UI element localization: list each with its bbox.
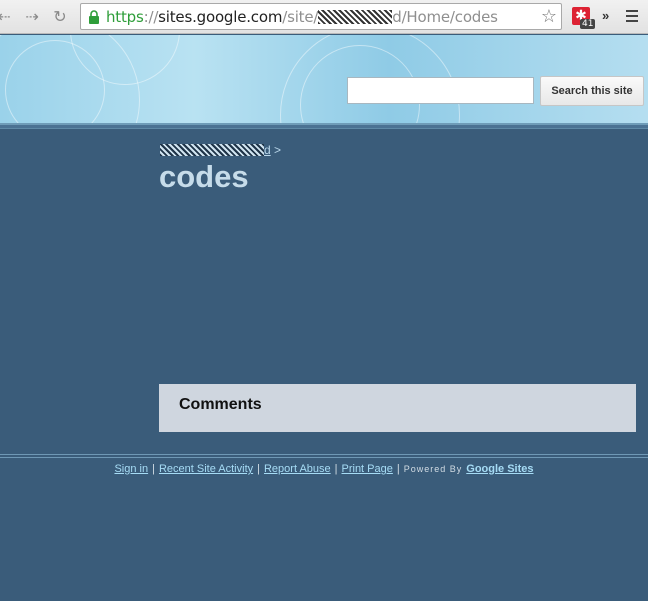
footer-separator: |	[152, 463, 155, 475]
site-footer: Sign in | Recent Site Activity | Report Abus…	[0, 463, 648, 475]
header-divider	[0, 123, 648, 129]
print-page-link[interactable]: Print Page	[342, 463, 393, 475]
reload-icon[interactable]: ↻	[50, 6, 70, 26]
url-path-start: /site/	[282, 8, 319, 26]
search-site-button[interactable]: Search this site	[540, 76, 644, 106]
site-header: Search this site	[0, 35, 648, 123]
site-search-input[interactable]	[347, 77, 534, 104]
page-title: codes	[159, 159, 249, 194]
browser-toolbar: ⇠ ⇢ ↻ https://sites.google.com/site/d/Ho…	[0, 0, 648, 34]
address-bar[interactable]: https://sites.google.com/site/d/Home/cod…	[80, 3, 562, 30]
lock-icon	[89, 10, 99, 24]
url-scheme: https	[106, 8, 144, 26]
url-text: https://sites.google.com/site/d/Home/cod…	[106, 8, 498, 26]
bookmark-star-icon[interactable]: ☆	[541, 6, 557, 27]
powered-by-label: Powered By	[403, 464, 463, 474]
more-extensions-button[interactable]: »	[602, 8, 609, 23]
extension-badge: 41	[580, 19, 596, 29]
menu-icon[interactable]	[626, 10, 638, 25]
breadcrumb-separator: >	[274, 143, 282, 157]
breadcrumb: d >	[160, 143, 281, 157]
footer-separator: |	[257, 463, 260, 475]
google-sites-link[interactable]: Google Sites	[466, 463, 533, 475]
footer-separator: |	[334, 463, 338, 475]
url-host: sites.google.com	[158, 8, 283, 26]
url-path-end: d/Home/codes	[392, 8, 498, 26]
sign-in-link[interactable]: Sign in	[114, 463, 148, 475]
report-abuse-link[interactable]: Report Abuse	[264, 463, 331, 475]
recent-activity-link[interactable]: Recent Site Activity	[159, 463, 253, 475]
breadcrumb-home-label: d	[264, 143, 271, 157]
comments-heading: Comments	[179, 396, 262, 413]
forward-icon[interactable]: ⇢	[22, 6, 42, 26]
back-icon[interactable]: ⇠	[0, 6, 14, 26]
comments-section: Comments	[159, 384, 636, 432]
url-redaction	[318, 10, 393, 24]
footer-divider	[0, 454, 648, 458]
url-separator: ://	[143, 8, 159, 26]
breadcrumb-home-link[interactable]: d	[160, 143, 271, 157]
footer-separator: |	[396, 463, 400, 475]
breadcrumb-redaction	[160, 144, 264, 156]
